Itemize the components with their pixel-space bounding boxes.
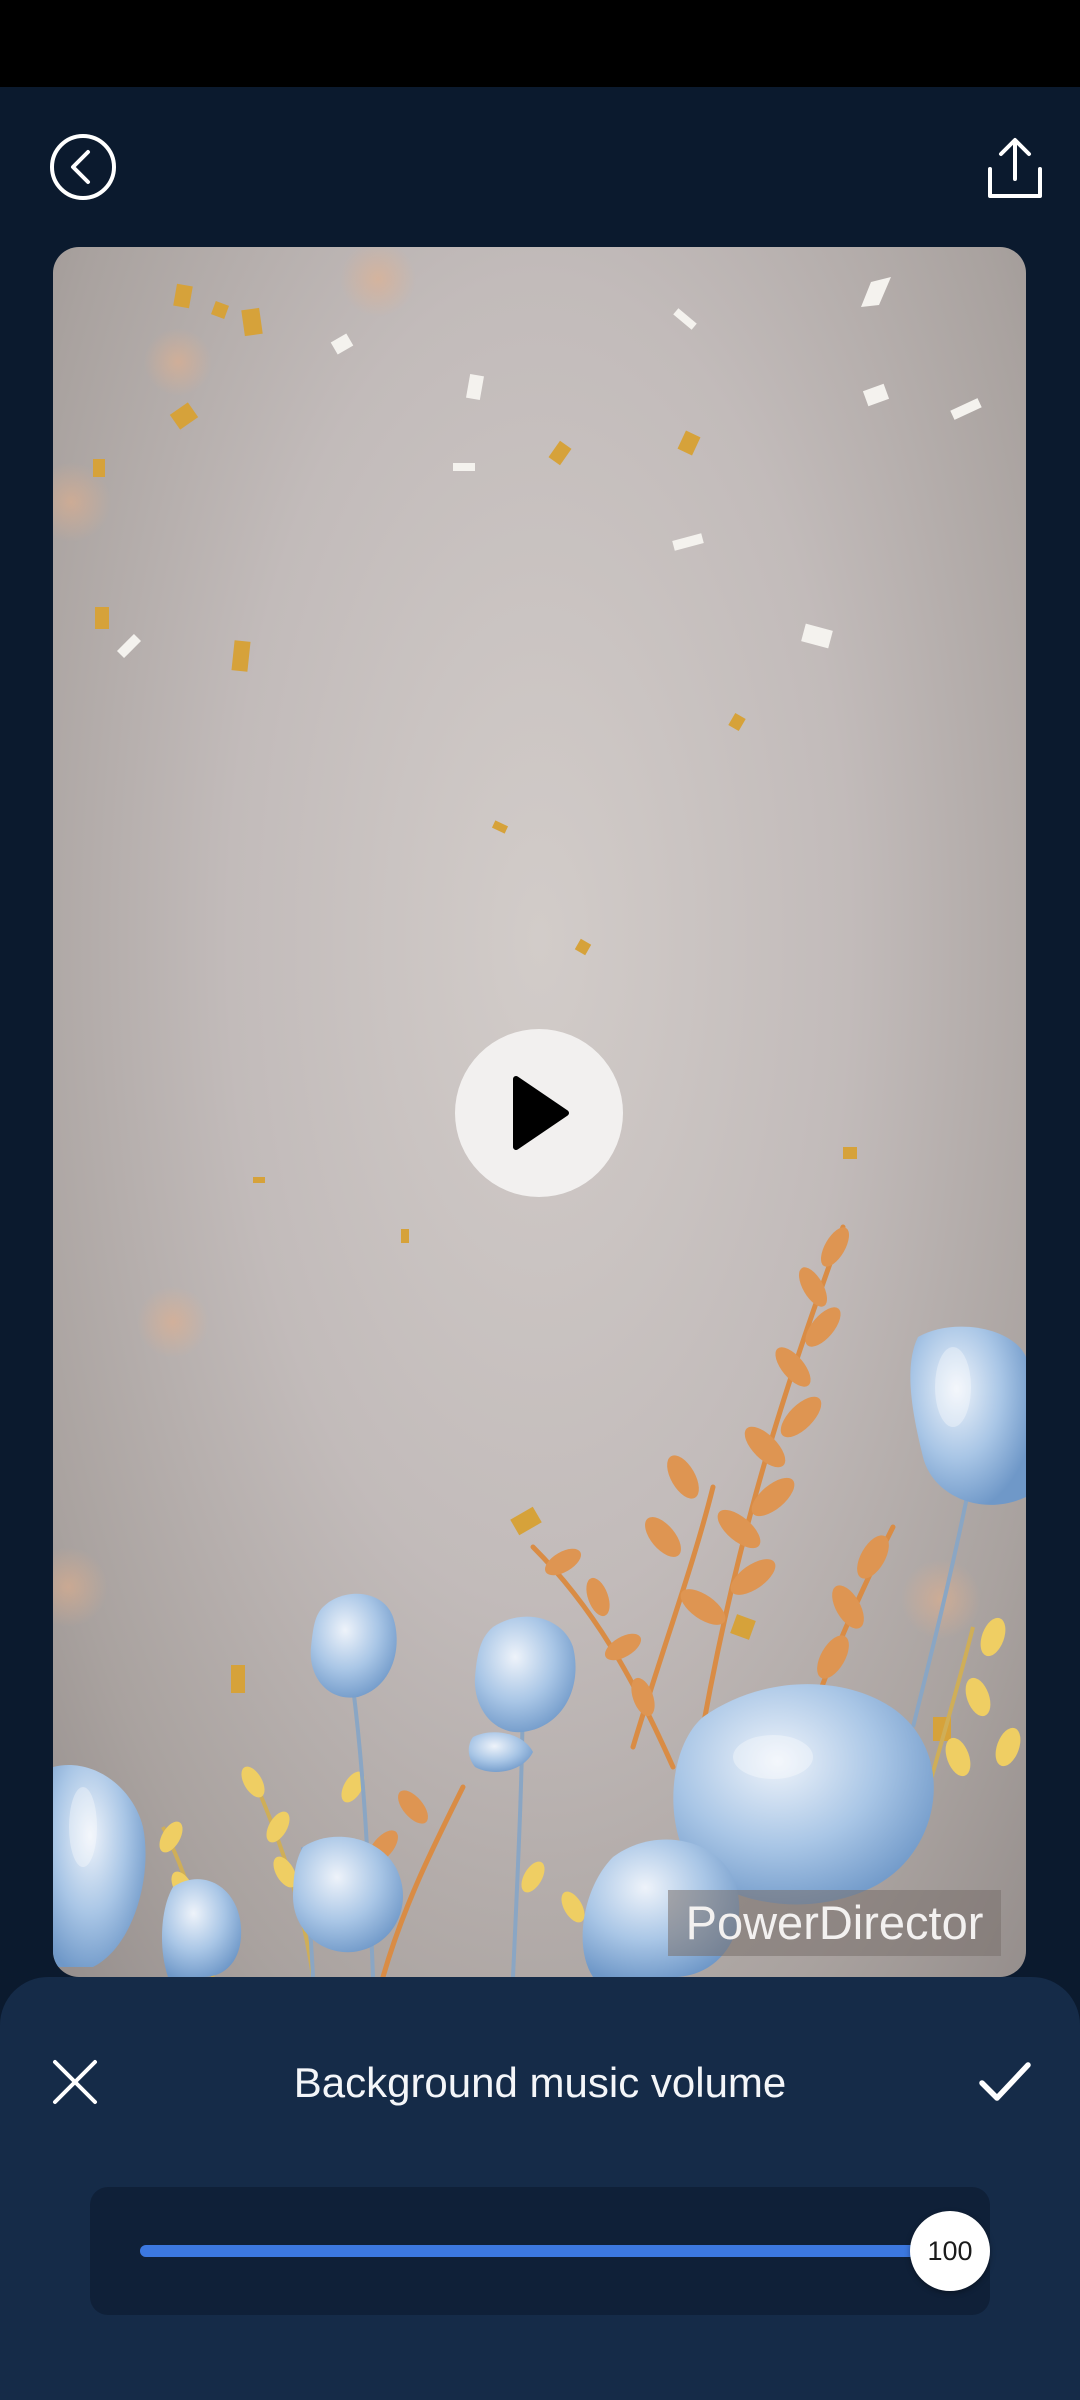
- volume-slider-track[interactable]: [140, 2245, 950, 2257]
- video-preview[interactable]: PowerDirector: [53, 247, 1026, 1977]
- volume-slider-thumb[interactable]: 100: [910, 2211, 990, 2291]
- checkmark-icon: [979, 2062, 1031, 2101]
- volume-value-label: 100: [927, 2235, 973, 2266]
- back-button[interactable]: [48, 132, 118, 202]
- close-x-icon: [53, 2060, 97, 2104]
- powerdirector-watermark: PowerDirector: [668, 1890, 1001, 1956]
- confirm-button[interactable]: [974, 2051, 1036, 2113]
- volume-slider-card: 100: [90, 2187, 990, 2315]
- back-chevron-circle-icon: [50, 134, 116, 200]
- top-bar: [0, 87, 1080, 247]
- panel-title: Background music volume: [293, 2059, 787, 2106]
- close-button[interactable]: [44, 2051, 106, 2113]
- share-button[interactable]: [984, 135, 1046, 201]
- share-upload-icon: [988, 138, 1042, 198]
- volume-slider-fill: [140, 2245, 950, 2257]
- play-icon: [513, 1076, 569, 1150]
- volume-panel: Background music volume 100: [0, 1977, 1080, 2400]
- play-button[interactable]: [455, 1029, 623, 1197]
- status-bar: [0, 0, 1080, 87]
